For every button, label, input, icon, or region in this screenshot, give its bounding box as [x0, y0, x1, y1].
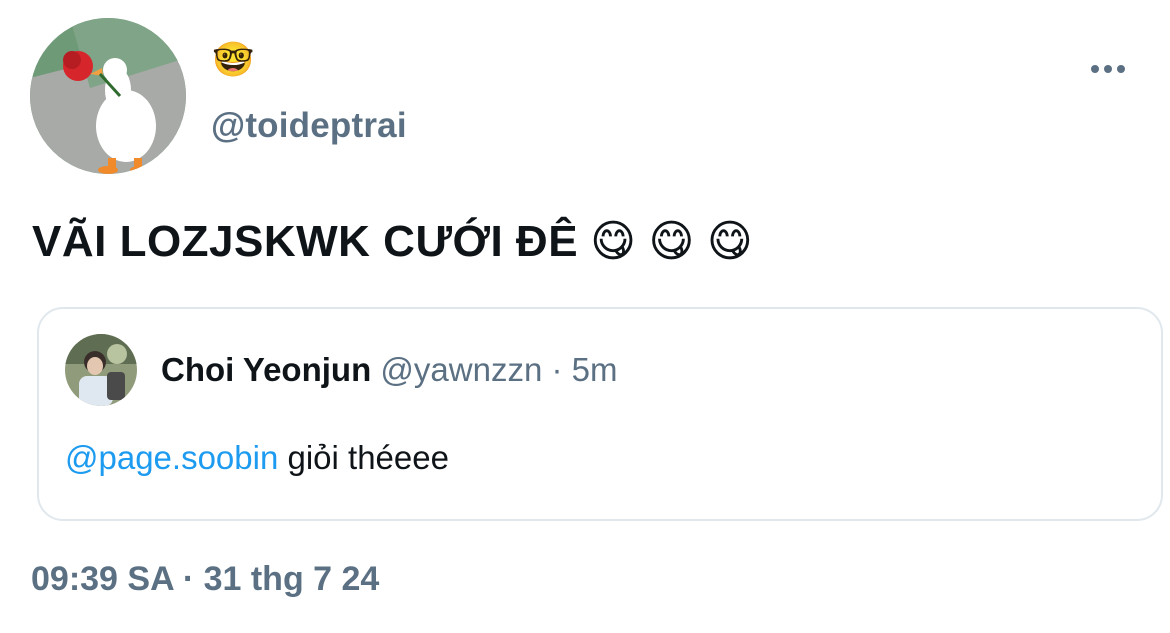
quoted-handle-text: @yawnzzn [380, 351, 543, 388]
yum-emoji-icon: 😋 [648, 216, 695, 267]
ellipsis-horizontal-icon [1091, 65, 1099, 73]
yum-emoji-icon: 😋 [706, 216, 754, 267]
quoted-author-handle[interactable]: @yawnzzn [380, 351, 542, 388]
quoted-text-content: giỏi théeee [278, 439, 449, 476]
goose-rose-avatar-image [30, 18, 186, 174]
mention-link[interactable]: @page.soobin [65, 439, 278, 476]
timestamp-separator: · [173, 560, 204, 598]
tweet-timestamp[interactable]: 09:39 SA · 31 thg 7 24 [31, 560, 379, 599]
ellipsis-dot [1104, 65, 1112, 73]
timestamp-time: 09:39 SA [31, 560, 174, 598]
quoted-tweet-card[interactable]: Choi Yeonjun @yawnzzn · 5m @page.soobin … [37, 307, 1163, 521]
timestamp-date: 31 thg 7 24 [203, 560, 380, 598]
quoted-author-name[interactable]: Choi Yeonjun [161, 351, 371, 388]
tweet-text: VÃI LOZJSKWK CƯỚI ĐÊ 😋 😋 😋 [32, 216, 753, 267]
tweet-emojis: 😋 😋 😋 [590, 216, 753, 267]
person-photo-avatar-image [65, 334, 137, 406]
yum-emoji-icon: 😋 [590, 216, 637, 267]
author-display-name[interactable]: 🤓 [212, 42, 254, 78]
more-options-button[interactable] [1082, 52, 1134, 86]
quoted-tweet-text: @page.soobin giỏi théeee [65, 439, 449, 477]
author-handle[interactable]: @toideptrai [211, 106, 407, 146]
tweet-container: 🤓 @toideptrai VÃI LOZJSKWK CƯỚI ĐÊ 😋 😋 😋 [0, 0, 1170, 633]
author-avatar[interactable] [30, 18, 186, 174]
tweet-text-content: VÃI LOZJSKWK CƯỚI ĐÊ [32, 216, 579, 266]
quoted-time[interactable]: 5m [572, 351, 618, 388]
quoted-tweet-header: Choi Yeonjun @yawnzzn · 5m [161, 351, 617, 389]
quoted-separator: · [542, 351, 572, 388]
ellipsis-dot [1117, 65, 1125, 73]
quoted-author-avatar[interactable] [65, 334, 137, 406]
